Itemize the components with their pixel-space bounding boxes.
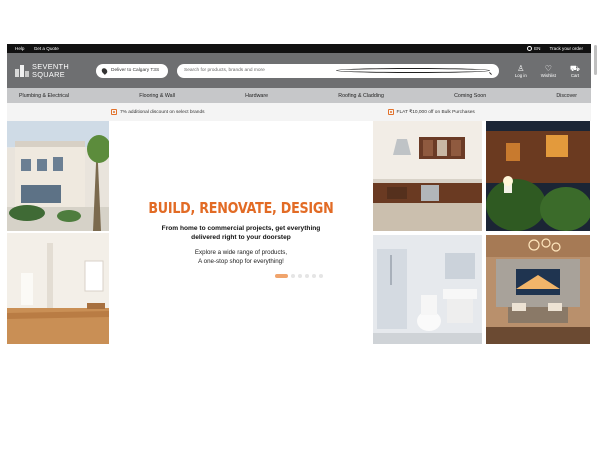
promo-discount-text: 7% additional discount on select brands bbox=[120, 109, 205, 115]
site-logo[interactable]: SEVENTH SQUARE bbox=[15, 63, 87, 78]
user-icon: ♙ bbox=[517, 63, 525, 73]
promo-bulk[interactable]: FLAT ₹10,000 off on Bulk Purchases bbox=[387, 109, 475, 115]
logo-text: SEVENTH SQUARE bbox=[32, 63, 69, 78]
category-nav: Plumbing & Electrical Flooring & Wall Ha… bbox=[7, 88, 591, 103]
hero-description: Explore a wide range of products, A one-… bbox=[195, 249, 287, 266]
tag-icon bbox=[111, 109, 117, 115]
carousel-dot[interactable] bbox=[298, 274, 302, 278]
kitchen-image bbox=[373, 121, 482, 231]
utility-right: EN Track your order bbox=[518, 45, 583, 52]
hero-description-line-2: A one-stop shop for everything! bbox=[198, 257, 284, 265]
tag-icon bbox=[387, 109, 394, 115]
nav-item-discover[interactable]: Discover bbox=[556, 93, 577, 99]
wishlist-label: Wishlist bbox=[540, 72, 556, 78]
search-icon[interactable] bbox=[336, 68, 490, 73]
search-input[interactable]: Search for products, brands and more bbox=[177, 63, 499, 78]
browser-viewport: Help Get a Quote EN Track your order SEV… bbox=[7, 44, 591, 356]
carousel-dot[interactable] bbox=[275, 274, 288, 278]
carousel-dot[interactable] bbox=[305, 274, 309, 278]
track-order-link[interactable]: Track your order bbox=[549, 46, 583, 51]
promo-bulk-text: FLAT ₹10,000 off on Bulk Purchases bbox=[396, 109, 475, 115]
location-pin-icon bbox=[100, 66, 109, 75]
heart-icon: ♡ bbox=[544, 63, 552, 73]
interior-room-image bbox=[7, 233, 109, 344]
living-room-image bbox=[486, 235, 590, 344]
carousel-pagination bbox=[7, 274, 591, 278]
utility-links: Help Get a Quote bbox=[15, 46, 67, 51]
nav-item-plumbing-electrical[interactable]: Plumbing & Electrical bbox=[19, 93, 69, 99]
house-exterior-image bbox=[7, 121, 109, 231]
top-utility-bar: Help Get a Quote EN Track your order bbox=[7, 44, 591, 53]
nav-item-roofing-cladding[interactable]: Roofing & Cladding bbox=[338, 93, 384, 99]
page-scrollbar[interactable] bbox=[594, 45, 597, 75]
promo-discount[interactable]: 7% additional discount on select brands bbox=[111, 109, 205, 115]
search-placeholder: Search for products, brands and more bbox=[184, 68, 265, 73]
login-button[interactable]: ♙ Log in bbox=[515, 64, 527, 78]
globe-icon bbox=[527, 46, 533, 52]
get-quote-link[interactable]: Get a Quote bbox=[34, 46, 59, 51]
nav-item-flooring-wall[interactable]: Flooring & Wall bbox=[139, 93, 175, 99]
header-actions: ♙ Log in ♡ Wishlist ⛟ Cart bbox=[515, 64, 580, 78]
cart-icon: ⛟ bbox=[569, 63, 580, 73]
hero-banner: BUILD, RENOVATE, DESIGN From home to com… bbox=[7, 121, 591, 347]
deliver-location-label: Deliver to Calgary T3S bbox=[111, 68, 160, 73]
hero-copy: BUILD, RENOVATE, DESIGN From home to com… bbox=[109, 121, 373, 344]
cart-label: Cart bbox=[570, 72, 580, 78]
logo-mark-icon bbox=[15, 64, 29, 77]
hero-headline: BUILD, RENOVATE, DESIGN bbox=[148, 199, 334, 217]
language-selector[interactable]: EN bbox=[527, 45, 541, 52]
hero-description-line-1: Explore a wide range of products, bbox=[194, 249, 288, 256]
carousel-dot[interactable] bbox=[312, 274, 316, 278]
cart-button[interactable]: ⛟ Cart bbox=[570, 64, 580, 78]
login-label: Log in bbox=[514, 72, 527, 78]
nav-item-coming-soon[interactable]: Coming Soon bbox=[454, 93, 486, 99]
carousel-dot[interactable] bbox=[319, 274, 323, 278]
wishlist-button[interactable]: ♡ Wishlist bbox=[541, 64, 556, 78]
deliver-location-button[interactable]: Deliver to Calgary T3S bbox=[96, 63, 168, 78]
nav-item-hardware[interactable]: Hardware bbox=[245, 93, 268, 99]
language-label: EN bbox=[534, 45, 541, 51]
help-link[interactable]: Help bbox=[15, 46, 24, 51]
garden-night-image bbox=[486, 121, 590, 231]
bathroom-image bbox=[373, 235, 482, 344]
carousel-dot[interactable] bbox=[291, 274, 295, 278]
logo-line-2: SQUARE bbox=[32, 69, 66, 79]
main-header: SEVENTH SQUARE Deliver to Calgary T3S Se… bbox=[7, 53, 591, 88]
hero-subheading: From home to commercial projects, get ev… bbox=[161, 225, 321, 241]
promo-bar: 7% additional discount on select brands … bbox=[7, 103, 591, 121]
